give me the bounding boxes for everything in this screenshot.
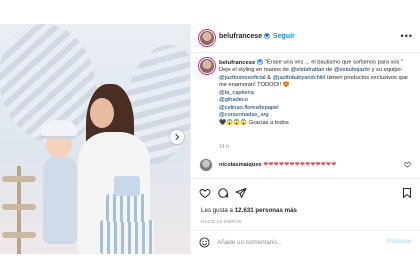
separator-dot: • (266, 33, 269, 40)
emoji-icon[interactable] (199, 237, 210, 248)
mention-link[interactable]: @jazttostoreoficial (219, 75, 266, 81)
mother-figure-face (90, 98, 114, 128)
post-photo (0, 24, 190, 254)
post-sidebar: belufrancese • Seguir ••• belufrancese "… (190, 24, 420, 254)
tiered-cake (100, 176, 154, 254)
likes-prefix: Les gusta a (201, 207, 233, 214)
baby-figure (43, 156, 77, 244)
post-header: belufrancese • Seguir ••• (191, 24, 420, 53)
mention-link[interactable]: @corazonadas_arg (219, 112, 269, 118)
avatar[interactable] (199, 158, 213, 172)
comment-hearts: ❤❤❤❤❤❤❤❤❤❤❤❤❤❤ (263, 162, 337, 168)
caption-text: belufrancese "Érase una vez ... el bauti… (219, 59, 415, 127)
likes-count-link[interactable]: 12.631 personas más (235, 207, 297, 214)
add-comment-bar: Publicar (190, 230, 420, 254)
comment-row: nicolasmaiques ❤❤❤❤❤❤❤❤❤❤❤❤❤❤ (191, 155, 420, 177)
caption-emoji: 🖤😱😱😱 (219, 119, 248, 126)
username-link[interactable]: belufrancese (219, 33, 271, 40)
caption-line: . (268, 112, 272, 119)
caption-line: Gracias a todos (248, 119, 289, 126)
mention-link[interactable]: @elidafrattari (290, 67, 324, 73)
caption-line: y su equipo: (370, 67, 403, 74)
caption-timestamp: 14 h (219, 144, 229, 150)
follow-button[interactable]: Seguir (273, 33, 295, 40)
mention-link[interactable]: @gihadeco (219, 97, 248, 103)
comment-username[interactable]: nicolasmaiques (219, 162, 262, 168)
comment-input[interactable] (217, 236, 367, 248)
mention-link[interactable]: @la_capkeria (219, 90, 254, 96)
heart-icon[interactable] (199, 187, 211, 199)
caption-line: Deje el styling en manos de (219, 67, 291, 74)
mention-link[interactable]: @celinao.floresdepapel (219, 105, 279, 111)
comment-text: nicolasmaiques ❤❤❤❤❤❤❤❤❤❤❤❤❤❤ (219, 161, 336, 168)
share-icon[interactable] (235, 187, 247, 199)
bookmark-icon[interactable] (401, 187, 413, 199)
next-photo-button[interactable] (170, 130, 184, 144)
dessert-stand (2, 166, 36, 254)
instagram-post-embed: belufrancese • Seguir ••• belufrancese "… (0, 24, 420, 254)
caption-line: de (324, 67, 334, 74)
caption-line: "Érase una vez ... el bautismo que soñam… (264, 59, 404, 66)
avatar[interactable] (199, 30, 215, 46)
comment-icon[interactable] (217, 187, 229, 199)
baby-hat (41, 120, 77, 139)
publish-button[interactable]: Publicar (387, 238, 412, 245)
mention-link[interactable]: @jazttobabyandchild (273, 75, 326, 81)
caption-line: & (265, 74, 273, 81)
mention-link[interactable]: @estudiojazto (334, 67, 370, 73)
likes-summary: Les gusta a 12.631 personas más (201, 207, 297, 214)
like-comment-icon[interactable] (404, 161, 411, 168)
post-age: HACE 14 HORAS (201, 219, 242, 224)
chevron-right-icon (175, 133, 180, 141)
caption-username[interactable]: belufrancese (219, 59, 264, 66)
verified-badge-icon (257, 59, 264, 65)
more-options-button[interactable]: ••• (401, 31, 413, 41)
avatar[interactable] (199, 58, 215, 74)
